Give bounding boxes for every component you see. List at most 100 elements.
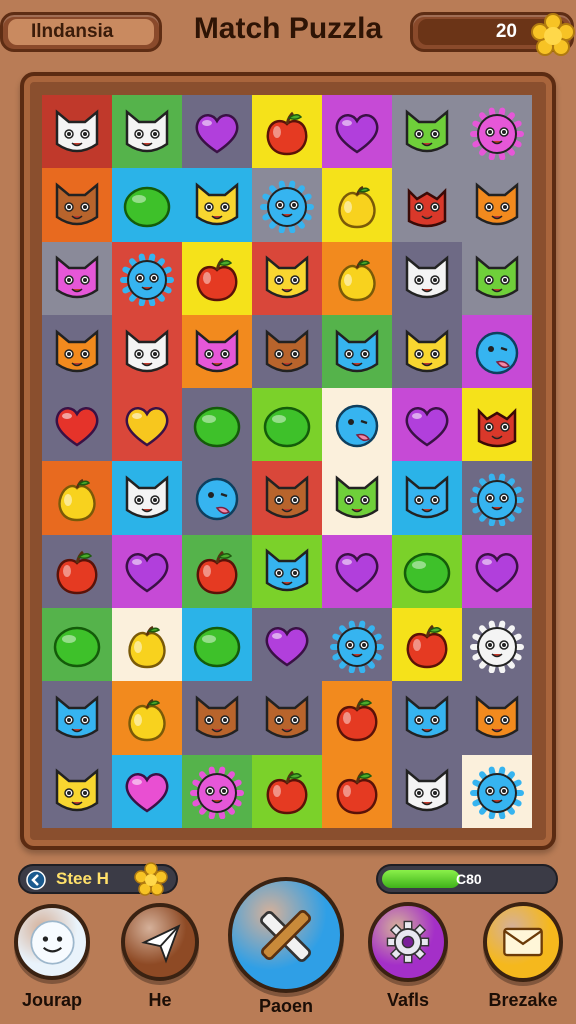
board-tile[interactable] <box>462 534 532 609</box>
board-tile[interactable] <box>462 168 532 242</box>
board-tile[interactable] <box>182 241 252 315</box>
paoen-button[interactable] <box>228 877 344 993</box>
speed-indicator: Stee H <box>18 862 178 896</box>
cat-brown-icon <box>195 695 239 739</box>
jourap-button[interactable] <box>14 904 90 980</box>
brezake-button[interactable] <box>483 902 563 982</box>
apple-red-icon <box>56 551 98 595</box>
board-tile[interactable] <box>42 95 112 169</box>
board-tile[interactable] <box>182 461 252 535</box>
board-tile[interactable] <box>42 314 112 389</box>
board-tile[interactable] <box>462 608 532 682</box>
board-tile[interactable] <box>42 241 112 315</box>
board-tile[interactable] <box>322 681 392 755</box>
lime-green-icon <box>263 406 311 448</box>
board-tile[interactable] <box>42 388 112 462</box>
board-tile[interactable] <box>42 534 112 609</box>
lemon-yellow-icon <box>338 259 376 302</box>
vafls-button[interactable] <box>368 902 448 982</box>
board-tile[interactable] <box>462 461 532 535</box>
board-tile[interactable] <box>182 681 252 755</box>
board-tile[interactable] <box>392 461 462 535</box>
board-tile[interactable] <box>182 168 252 242</box>
board-tile[interactable] <box>322 314 392 389</box>
board-tile[interactable] <box>392 168 462 242</box>
board-tile[interactable] <box>252 241 322 315</box>
board-tile[interactable] <box>392 314 462 389</box>
cat-brown-icon <box>265 328 309 372</box>
board-tile[interactable] <box>252 168 322 242</box>
board-tile[interactable] <box>252 534 322 609</box>
board-tile[interactable] <box>322 608 392 682</box>
cat-yellow-icon <box>265 255 309 299</box>
board-tile[interactable] <box>322 461 392 535</box>
he-button[interactable] <box>121 903 199 981</box>
board-tile[interactable] <box>112 241 182 315</box>
board-tile[interactable] <box>252 754 322 828</box>
paper-plane-icon <box>140 923 180 963</box>
board-tile[interactable] <box>462 241 532 315</box>
paoen-label: Paoen <box>258 996 314 1016</box>
board-tile[interactable] <box>42 681 112 755</box>
board-tile[interactable] <box>322 534 392 609</box>
board-tile[interactable] <box>42 461 112 535</box>
cat-white-icon <box>125 108 169 152</box>
board-tile[interactable] <box>392 608 462 682</box>
top-bar: Ilndansia Match Puzzla 20 <box>0 0 576 70</box>
board-tile[interactable] <box>112 608 182 682</box>
he-label: He <box>148 990 172 1010</box>
board-tile[interactable] <box>112 754 182 828</box>
board-tile[interactable] <box>182 388 252 462</box>
board-tile[interactable] <box>42 754 112 828</box>
monster-red-icon <box>477 407 517 448</box>
board-tile[interactable] <box>462 314 532 389</box>
lime-green-icon <box>123 186 171 228</box>
board-tile[interactable] <box>462 95 532 169</box>
board-tile[interactable] <box>252 95 322 169</box>
board-tile[interactable] <box>112 388 182 462</box>
board-tile[interactable] <box>112 95 182 169</box>
board-tile[interactable] <box>182 314 252 389</box>
cat-yellow-icon <box>195 182 239 226</box>
board-tile[interactable] <box>322 388 392 462</box>
board-tile[interactable] <box>42 608 112 682</box>
board-tile[interactable] <box>112 168 182 242</box>
heart-purple-icon <box>335 553 379 593</box>
board-tile[interactable] <box>392 534 462 609</box>
board-tile[interactable] <box>392 681 462 755</box>
game-board[interactable] <box>42 95 532 828</box>
board-tile[interactable] <box>322 241 392 315</box>
board-tile[interactable] <box>252 388 322 462</box>
board-tile[interactable] <box>252 681 322 755</box>
board-tile[interactable] <box>112 461 182 535</box>
board-tile[interactable] <box>112 314 182 389</box>
coin-counter[interactable]: 20 <box>410 12 575 56</box>
progress-text: C80 <box>456 871 482 887</box>
board-tile[interactable] <box>462 681 532 755</box>
board-tile[interactable] <box>252 314 322 389</box>
board-tile[interactable] <box>462 388 532 462</box>
cat-white-icon <box>405 255 449 299</box>
board-tile[interactable] <box>182 608 252 682</box>
board-tile[interactable] <box>252 461 322 535</box>
board-tile[interactable] <box>182 95 252 169</box>
board-tile[interactable] <box>392 754 462 828</box>
board-tile[interactable] <box>182 754 252 828</box>
smiley-face-icon <box>29 919 75 965</box>
apple-red-icon <box>336 697 378 742</box>
board-tile[interactable] <box>112 534 182 609</box>
board-tile[interactable] <box>112 681 182 755</box>
cat-yellow-icon <box>55 768 99 812</box>
board-tile[interactable] <box>322 95 392 169</box>
board-tile[interactable] <box>392 95 462 169</box>
board-tile[interactable] <box>252 608 322 682</box>
heart-pink-icon <box>125 773 169 813</box>
monster-red-icon <box>407 187 447 228</box>
board-tile[interactable] <box>462 754 532 828</box>
board-tile[interactable] <box>392 388 462 462</box>
board-tile[interactable] <box>392 241 462 315</box>
board-tile[interactable] <box>322 754 392 828</box>
board-tile[interactable] <box>182 534 252 609</box>
board-tile[interactable] <box>42 168 112 242</box>
board-tile[interactable] <box>322 168 392 242</box>
